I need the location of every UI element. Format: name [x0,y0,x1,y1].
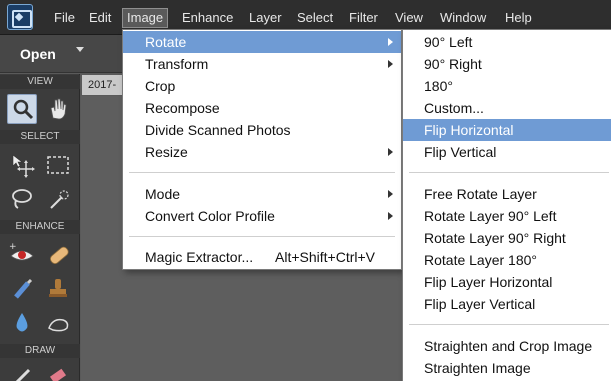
submenu-item-rotate-layer-90-right[interactable]: Rotate Layer 90° Right [403,227,611,249]
submenu-item-straighten-and-crop-image[interactable]: Straighten and Crop Image [403,335,611,357]
menu-item-magic-extractor[interactable]: Magic Extractor... Alt+Shift+Ctrl+V [123,246,401,268]
menu-item-label: Recompose [145,100,220,116]
lasso-icon [12,189,32,209]
menu-file[interactable]: File [54,9,75,27]
menu-item-label: Mode [145,186,181,202]
menu-help[interactable]: Help [505,9,532,27]
chevron-right-icon [388,148,393,156]
submenu-item-flip-layer-horizontal[interactable]: Flip Layer Horizontal [403,271,611,293]
clone-stamp-tool[interactable] [43,274,73,304]
chevron-right-icon [388,190,393,198]
app-icon[interactable] [7,4,33,30]
bandage-icon [50,246,69,265]
submenu-item-straighten-image[interactable]: Straighten Image [403,357,611,379]
hand-tool[interactable] [43,94,73,124]
move-tool[interactable] [7,150,37,180]
document-tab[interactable]: 2017- [82,75,124,95]
submenu-item-flip-horizontal[interactable]: Flip Horizontal [403,119,611,141]
menu-divider [409,324,609,325]
menu-window[interactable]: Window [440,9,486,27]
smudge-tool[interactable] [43,308,73,338]
submenu-item-rotate-layer-180[interactable]: Rotate Layer 180° [403,249,611,271]
magic-wand-icon [50,190,69,209]
image-menu: Rotate Transform Crop Recompose Divide S… [122,29,402,270]
submenu-item-180[interactable]: 180° [403,75,611,97]
zoom-tool[interactable] [7,94,37,124]
menu-divider [129,172,395,173]
chevron-right-icon [388,212,393,220]
menu-item-shortcut: Alt+Shift+Ctrl+V [275,249,375,265]
menu-item-resize[interactable]: Resize [123,141,401,163]
menu-image[interactable]: Image [122,8,169,28]
smart-brush-tool[interactable] [7,274,37,304]
menu-select[interactable]: Select [297,9,333,27]
menu-item-transform[interactable]: Transform [123,53,401,75]
menu-item-label: Resize [145,144,188,160]
submenu-item-custom[interactable]: Custom... [403,97,611,119]
red-eye-tool[interactable]: + [7,240,37,270]
section-enhance: ENHANCE [0,220,80,234]
pencil-icon [15,368,31,381]
stamp-icon [49,279,67,297]
submenu-item-flip-layer-vertical[interactable]: Flip Layer Vertical [403,293,611,315]
menu-item-recompose[interactable]: Recompose [123,97,401,119]
menu-item-label: Magic Extractor... [145,249,254,265]
brush-tool[interactable] [7,364,37,381]
chevron-right-icon [388,60,393,68]
menu-view[interactable]: View [395,9,423,27]
open-label: Open [20,46,56,62]
menu-divider [129,236,395,237]
menu-item-label: Convert Color Profile [145,208,275,224]
menu-item-label: Divide Scanned Photos [145,122,291,138]
menu-item-crop[interactable]: Crop [123,75,401,97]
lasso-tool[interactable] [7,184,37,214]
eraser-tool[interactable] [43,364,73,381]
menu-item-label: Transform [145,56,209,72]
chevron-right-icon [388,38,393,46]
menu-divider [409,172,609,173]
section-view: VIEW [0,75,80,89]
blur-tool[interactable] [7,308,37,338]
menu-filter[interactable]: Filter [349,9,378,27]
magnifier-icon [13,99,34,120]
submenu-item-90-left[interactable]: 90° Left [403,31,611,53]
menu-item-convert-color-profile[interactable]: Convert Color Profile [123,205,401,227]
move-icon [12,154,35,178]
menu-edit[interactable]: Edit [89,9,111,27]
menu-item-mode[interactable]: Mode [123,183,401,205]
submenu-item-flip-vertical[interactable]: Flip Vertical [403,141,611,163]
chevron-down-icon[interactable] [76,47,84,52]
eye-icon: + [9,242,34,261]
submenu-item-rotate-layer-90-left[interactable]: Rotate Layer 90° Left [403,205,611,227]
menu-item-divide-scanned-photos[interactable]: Divide Scanned Photos [123,119,401,141]
menu-item-label: Rotate [145,34,187,50]
section-select: SELECT [0,130,80,144]
submenu-item-90-right[interactable]: 90° Right [403,53,611,75]
brush-icon [14,278,33,299]
open-button[interactable]: Open [6,41,106,67]
water-drop-icon [16,313,28,332]
tools-panel: VIEW SELECT ENHANCE + DRAW [0,74,80,381]
finger-icon [48,318,69,332]
menu-layer[interactable]: Layer [249,9,282,27]
svg-text:+: + [9,242,17,252]
hand-icon [50,98,67,120]
section-draw: DRAW [0,344,80,358]
marquee-tool[interactable] [43,150,73,180]
rotate-submenu: 90° Left 90° Right 180° Custom... Flip H… [402,29,611,381]
submenu-item-free-rotate-layer[interactable]: Free Rotate Layer [403,183,611,205]
rectangular-marquee-icon [47,156,69,174]
eraser-icon [49,368,67,381]
menu-item-rotate[interactable]: Rotate [123,31,401,53]
menu-item-label: Crop [145,78,176,94]
menu-enhance[interactable]: Enhance [182,9,233,27]
healing-brush-tool[interactable] [43,240,73,270]
quick-selection-tool[interactable] [43,184,73,214]
